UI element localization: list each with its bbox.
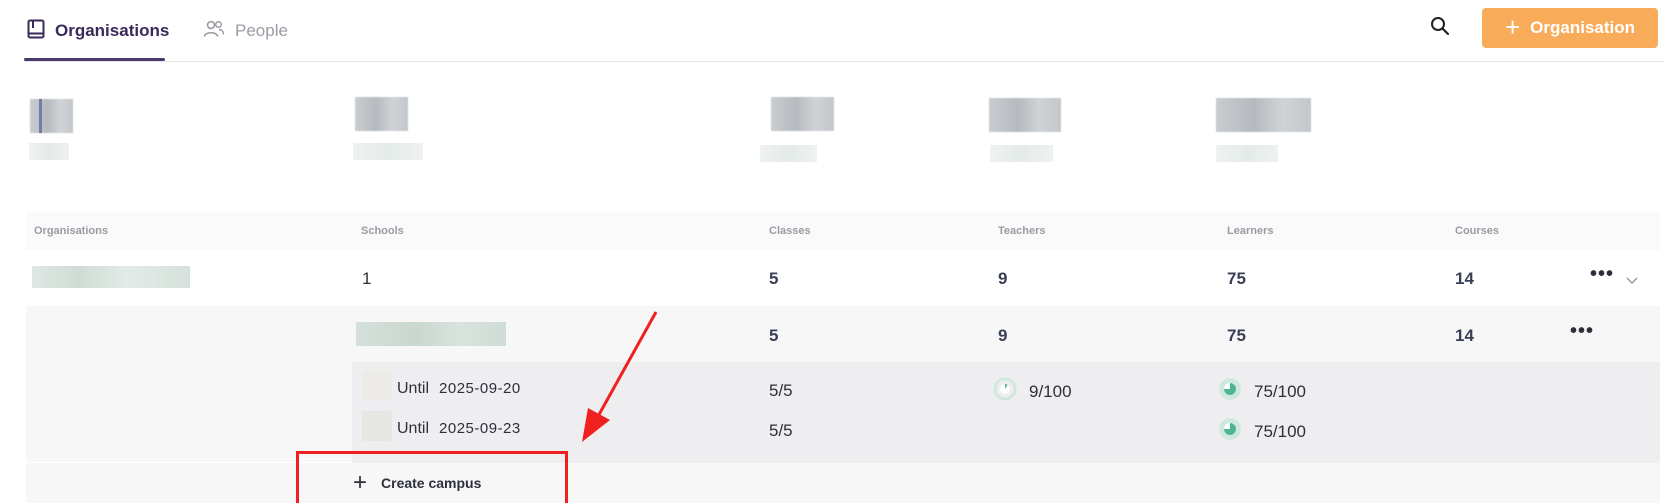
- until-label: Until: [397, 420, 430, 437]
- stat-label-blurred: [760, 145, 817, 162]
- stat-value-blurred: [30, 99, 73, 133]
- header-organisations: Organisations: [34, 225, 108, 237]
- organisation-name-blurred: [32, 266, 190, 288]
- learners-usage-text: 75/100: [1254, 381, 1306, 401]
- stat-label-blurred: [353, 143, 423, 160]
- campus-expiry-date: 2025-09-20: [439, 380, 521, 397]
- school-courses-count: 14: [1455, 326, 1474, 345]
- org-teachers-count: 9: [998, 269, 1008, 288]
- header-courses: Courses: [1455, 225, 1500, 237]
- tab-organisations-label: Organisations: [55, 21, 170, 40]
- stat-label-blurred: [990, 145, 1053, 162]
- campus-validity: Until 2025-09-23: [397, 420, 521, 438]
- school-teachers-count: 9: [998, 326, 1008, 345]
- campus-thumbnail: [362, 411, 392, 441]
- learners-progress-ring: [1218, 377, 1242, 406]
- stat-label-blurred: [1216, 145, 1278, 162]
- org-courses-count: 14: [1455, 269, 1474, 288]
- header-classes: Classes: [769, 225, 811, 237]
- stat-value-blurred-accent: [39, 99, 42, 133]
- until-label: Until: [397, 380, 430, 397]
- school-more-options-button[interactable]: •••: [1570, 321, 1594, 341]
- tab-people[interactable]: People: [203, 16, 288, 46]
- campus-thumbnail: [362, 370, 392, 400]
- top-navigation: Organisations People + Organisation: [0, 0, 1671, 62]
- learners-progress-ring: [1218, 417, 1242, 446]
- add-organisation-label: Organisation: [1530, 18, 1636, 37]
- campus-learners: 75/100: [1218, 417, 1306, 446]
- add-organisation-button[interactable]: + Organisation: [1482, 8, 1658, 48]
- school-row[interactable]: 5 9 75 14 •••: [26, 306, 1660, 362]
- teachers-usage-text: 9/100: [1029, 381, 1072, 401]
- create-campus-row: [26, 463, 1660, 503]
- org-learners-count: 75: [1227, 269, 1246, 288]
- campus-validity: Until 2025-09-20: [397, 380, 521, 398]
- campus-list: Until 2025-09-20 5/5 9/100 75/100 Until …: [352, 362, 1660, 463]
- campus-learners: 75/100: [1218, 377, 1306, 406]
- organisation-row[interactable]: 1 5 9 75 14 •••: [26, 250, 1660, 306]
- campus-teachers: 9/100: [993, 377, 1072, 406]
- search-button[interactable]: [1426, 14, 1454, 42]
- campus-expiry-date: 2025-09-23: [439, 420, 521, 437]
- stat-label-blurred: [29, 143, 69, 160]
- book-icon: [27, 19, 45, 44]
- school-learners-count: 75: [1227, 326, 1246, 345]
- people-icon: [203, 20, 225, 43]
- org-more-options-button[interactable]: •••: [1590, 264, 1614, 284]
- teachers-progress-ring: [993, 377, 1017, 406]
- plus-icon: +: [1504, 12, 1521, 42]
- school-name-blurred: [356, 322, 506, 346]
- header-learners: Learners: [1227, 225, 1274, 237]
- campus-classes: 5/5: [769, 421, 793, 440]
- table-header: Organisations Schools Classes Teachers L…: [26, 212, 1660, 250]
- tab-people-label: People: [235, 21, 288, 40]
- tab-organisations[interactable]: Organisations: [27, 16, 169, 46]
- search-icon: [1430, 16, 1450, 41]
- header-schools: Schools: [361, 225, 404, 237]
- nav-divider: [24, 61, 1664, 62]
- stat-value-blurred: [989, 98, 1061, 132]
- annotation-highlight-box: [296, 451, 568, 503]
- stat-value-blurred: [355, 97, 408, 131]
- org-classes-count: 5: [769, 269, 779, 288]
- stat-value-blurred: [1216, 98, 1311, 132]
- learners-usage-text: 75/100: [1254, 421, 1306, 441]
- school-classes-count: 5: [769, 326, 779, 345]
- stat-value-blurred: [771, 97, 834, 131]
- org-schools-count: 1: [362, 269, 372, 288]
- chevron-down-icon[interactable]: [1626, 272, 1638, 290]
- header-teachers: Teachers: [998, 225, 1046, 237]
- campus-classes: 5/5: [769, 381, 793, 400]
